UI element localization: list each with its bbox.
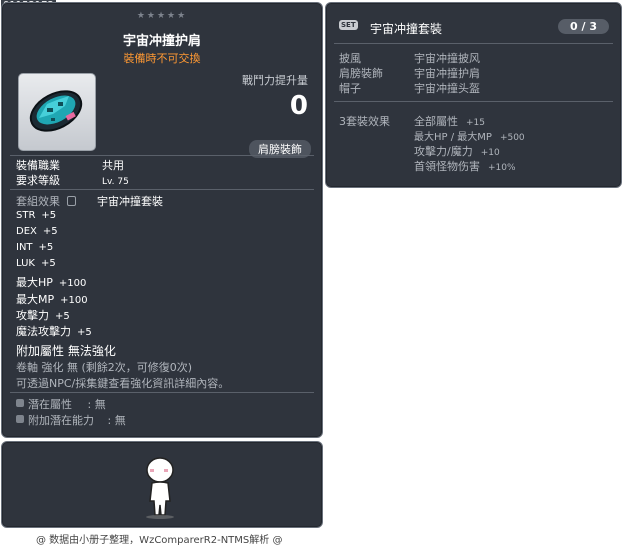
set-bonus-row: 全部屬性 +15: [414, 113, 485, 129]
stat-name: 魔法攻擊力: [16, 325, 71, 338]
lock-icon: [66, 196, 76, 206]
job-label: 裝備職業: [16, 159, 60, 172]
job-value: 共用: [102, 159, 124, 172]
extra-potential-row: 附加潛在能力 : 無: [16, 412, 126, 428]
level-row: 要求等級 Lv. 75: [16, 172, 129, 188]
shoulder-pad-icon: [29, 90, 83, 132]
bonus-value: +500: [499, 133, 525, 143]
stat-value: +5: [41, 210, 57, 221]
divider: [334, 43, 613, 44]
potential-row: 潛在屬性 : 無: [16, 396, 106, 412]
power-gain-label: 戰鬥力提升量: [242, 74, 308, 87]
credit-line: @ 数据由小册子整理，WzComparerR2-NTMS解析 @: [36, 535, 283, 546]
set-part-slot: 披風: [339, 52, 361, 65]
set-part-name: 宇宙冲撞护肩: [414, 67, 480, 80]
set-name: 宇宙冲撞套裝: [370, 22, 443, 36]
stat-value: +5: [38, 242, 54, 253]
bonus-value: +10: [480, 148, 500, 158]
bonus-name: 攻擊力/魔力: [414, 145, 473, 158]
bonus-value: +15: [466, 118, 485, 128]
extra-potential-value: : 無: [107, 414, 126, 427]
set-part-name: 宇宙冲撞披风: [414, 52, 480, 65]
stat-max-mp: 最大MP +100: [16, 291, 88, 307]
stat-max-hp: 最大HP +100: [16, 274, 86, 290]
untradeable-notice: 裝備時不可交換: [123, 52, 201, 65]
stat-attack: 攻擊力 +5: [16, 307, 70, 323]
level-label: 要求等級: [16, 174, 60, 187]
item-tooltip: ★★★★★ 宇宙冲撞护肩 裝備時不可交換 戰鬥力提升量 0 肩膀裝飾 裝備職業共…: [1, 2, 323, 438]
stat-name: 最大HP: [16, 276, 53, 289]
set-part-slot: 肩膀裝飾: [339, 67, 383, 80]
stat-name: INT: [16, 242, 33, 253]
set-effect-row: 套組效果 宇宙冲撞套裝: [16, 193, 163, 209]
stat-dex: DEX +5: [16, 226, 58, 237]
potential-label: 潛在屬性: [28, 398, 72, 411]
stat-luk: LUK +5: [16, 258, 56, 269]
npc-info: 可透過NPC/採集鍵查看強化資訊詳細內容。: [16, 377, 230, 390]
divider: [10, 155, 314, 156]
job-row: 裝備職業 共用: [16, 157, 124, 173]
divider: [334, 101, 613, 102]
set-effect-label: 套組效果: [16, 195, 60, 208]
stat-magic-attack: 魔法攻擊力 +5: [16, 323, 92, 339]
stat-value: +5: [40, 258, 56, 269]
set-part-row: 披風 宇宙冲撞披风: [339, 50, 480, 66]
stat-str: STR +5: [16, 210, 56, 221]
set-part-name: 宇宙冲撞头盔: [414, 82, 480, 95]
extra-attr-value: 無法強化: [67, 344, 116, 358]
set-bonus-row: 首領怪物伤害 +10%: [414, 158, 516, 174]
stat-name: 最大MP: [16, 293, 55, 306]
divider: [10, 189, 314, 190]
stat-int: INT +5: [16, 242, 53, 253]
set-badge: SET: [339, 20, 358, 30]
stat-value: +5: [42, 226, 58, 237]
set-effect-value: 宇宙冲撞套裝: [97, 195, 163, 208]
power-gain-value: 0: [289, 91, 308, 121]
stat-value: +100: [60, 295, 88, 306]
item-name: 宇宙冲撞护肩: [122, 34, 201, 49]
bonus-value: +10%: [488, 163, 516, 173]
potential-square-icon: [16, 415, 24, 423]
stat-value: +100: [58, 278, 87, 289]
stat-value: +5: [55, 311, 70, 322]
stat-name: STR: [16, 210, 36, 221]
potential-value: : 無: [87, 398, 106, 411]
set-part-slot: 帽子: [339, 82, 361, 95]
set-count: 0 / 3: [558, 19, 609, 34]
scroll-info: 卷軸 強化 無 (剩餘2次，可修復0次): [16, 361, 193, 374]
set-info-panel: SET 宇宙冲撞套裝 0 / 3 披風 宇宙冲撞披风 肩膀裝飾 宇宙冲撞护肩 帽子 宇…: [325, 2, 622, 188]
extra-attr-label: 附加屬性: [16, 344, 65, 358]
extra-attr-row: 附加屬性 無法強化: [16, 342, 116, 359]
star-rating: ★★★★★: [136, 11, 188, 21]
set-part-row: 帽子 宇宙冲撞头盔: [339, 80, 480, 96]
extra-potential-label: 附加潛在能力: [28, 414, 94, 427]
set-bonus-row: 攻擊力/魔力 +10: [414, 143, 500, 159]
stat-name: DEX: [16, 226, 37, 237]
divider: [10, 392, 314, 393]
item-icon-frame: [18, 73, 96, 151]
potential-square-icon: [16, 399, 24, 407]
bonus-name: 全部屬性: [414, 115, 458, 128]
bonus-name: 首領怪物伤害: [414, 160, 480, 173]
stat-value: +5: [77, 327, 92, 338]
set-part-row: 肩膀裝飾 宇宙冲撞护肩: [339, 65, 480, 81]
stat-name: LUK: [16, 258, 35, 269]
set-bonus-row: 最大HP / 最大MP +500: [414, 128, 525, 143]
level-value: Lv. 75: [102, 177, 129, 187]
stat-name: 攻擊力: [16, 309, 49, 322]
set-bonus-label: 3套裝效果: [339, 115, 390, 128]
character-avatar-icon: [146, 457, 174, 519]
bonus-name: 最大HP / 最大MP: [414, 132, 492, 143]
